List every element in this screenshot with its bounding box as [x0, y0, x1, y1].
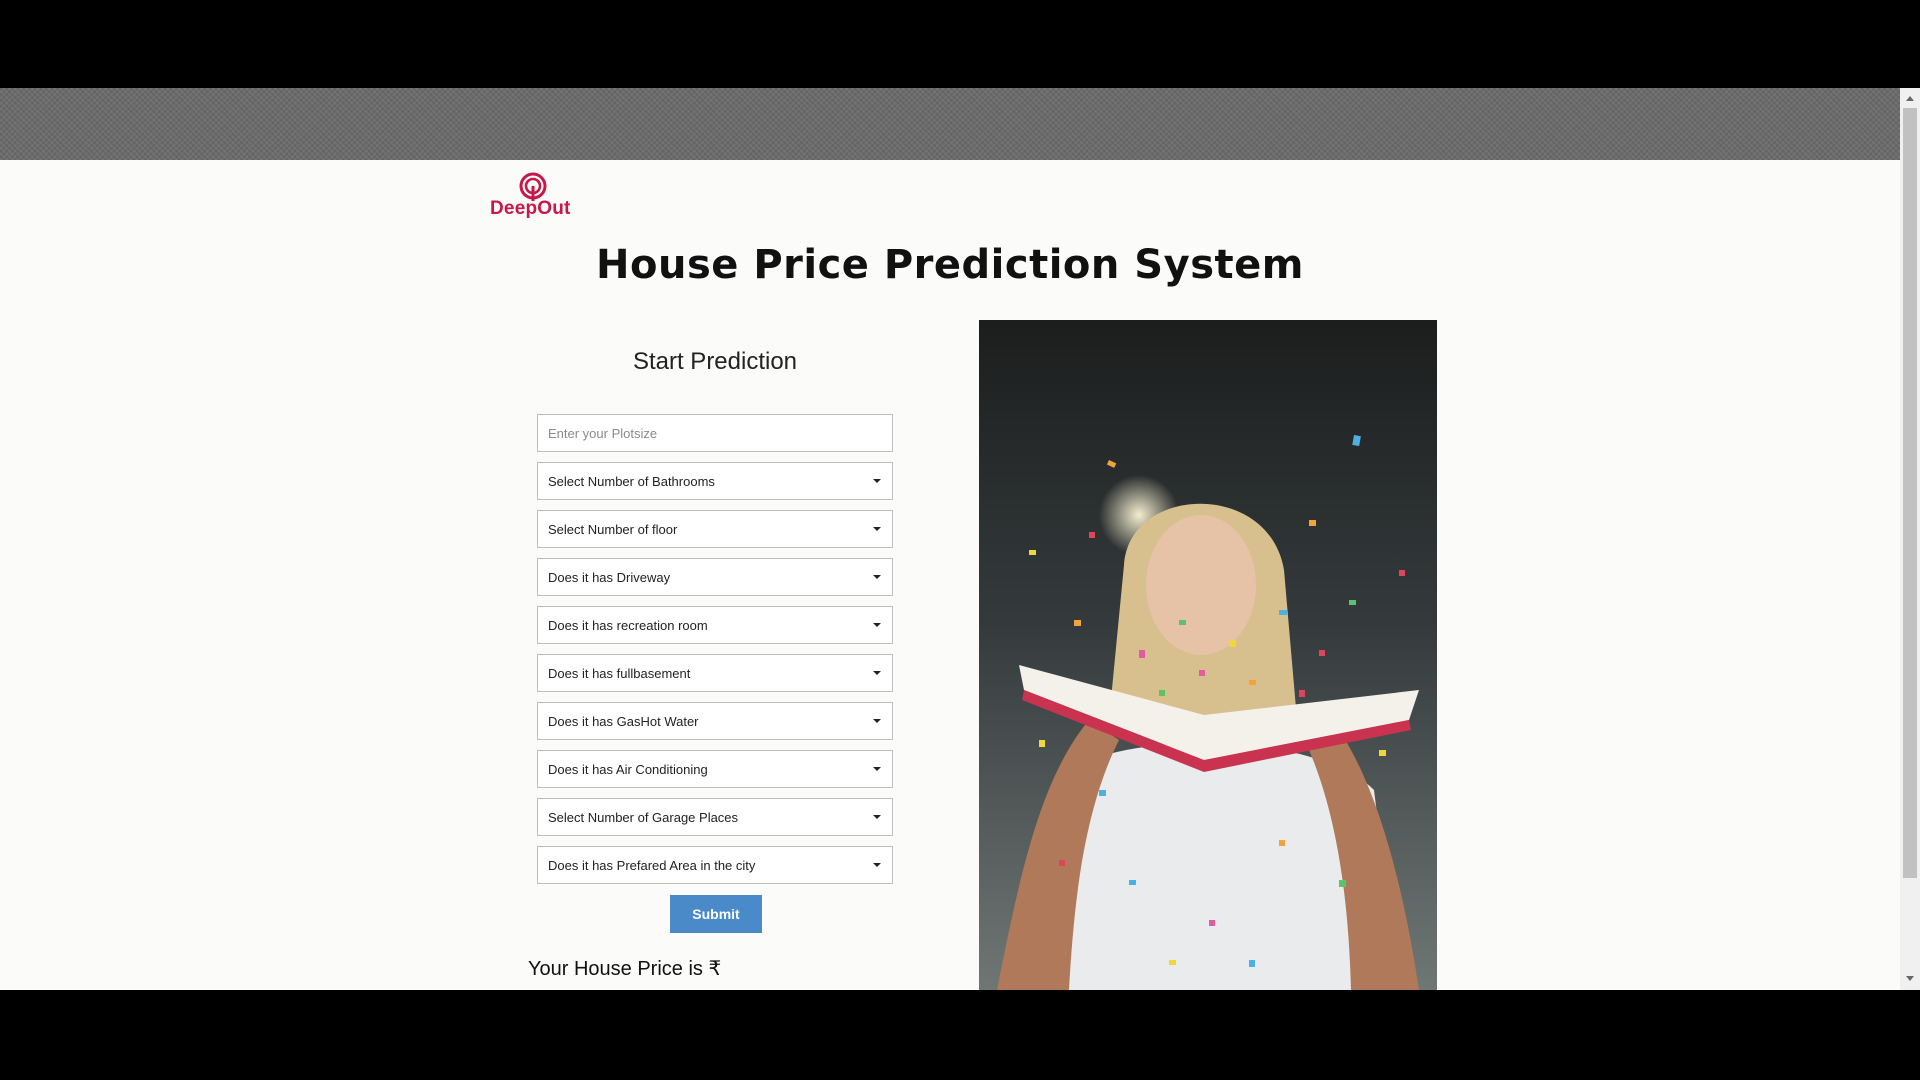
brand-name: DeepOut	[490, 198, 571, 219]
fullbasement-select[interactable]: Does it has fullbasement	[537, 654, 893, 692]
select-label: Does it has fullbasement	[548, 666, 691, 681]
caret-down-icon	[873, 719, 881, 723]
select-label: Does it has Driveway	[548, 570, 671, 585]
vertical-scrollbar[interactable]	[1900, 88, 1920, 990]
garage-places-select[interactable]: Select Number of Garage Places	[537, 798, 893, 836]
caret-down-icon	[873, 767, 881, 771]
caret-down-icon	[873, 815, 881, 819]
preferred-area-select[interactable]: Does it has Prefared Area in the city	[537, 846, 893, 884]
plotsize-field[interactable]	[537, 414, 893, 452]
caret-down-icon	[873, 863, 881, 867]
floor-select[interactable]: Select Number of floor	[537, 510, 893, 548]
scroll-down-icon[interactable]	[1906, 976, 1914, 981]
recreation-room-select[interactable]: Does it has recreation room	[537, 606, 893, 644]
caret-down-icon	[873, 527, 881, 531]
browser-viewport: DeepOut House Price Prediction System St…	[0, 88, 1920, 990]
select-label: Select Number of floor	[548, 522, 678, 537]
form-heading: Start Prediction	[632, 348, 798, 375]
driveway-select[interactable]: Does it has Driveway	[537, 558, 893, 596]
confetti-photo-image	[979, 320, 1437, 990]
page-title: House Price Prediction System	[596, 242, 1304, 288]
page-content: DeepOut House Price Prediction System St…	[0, 160, 1900, 990]
bathrooms-select[interactable]: Select Number of Bathrooms	[537, 462, 893, 500]
letterbox-bottom	[0, 990, 1920, 1080]
plotsize-input[interactable]	[538, 415, 892, 451]
select-label: Does it has GasHot Water	[548, 714, 699, 729]
confetti-photo	[979, 320, 1437, 990]
scroll-up-icon[interactable]	[1906, 96, 1914, 101]
select-label: Does it has Prefared Area in the city	[548, 858, 756, 873]
gas-hot-water-select[interactable]: Does it has GasHot Water	[537, 702, 893, 740]
select-label: Select Number of Bathrooms	[548, 474, 715, 489]
brand-logo[interactable]: DeepOut	[488, 172, 580, 220]
caret-down-icon	[873, 623, 881, 627]
top-banner	[0, 88, 1900, 160]
select-label: Select Number of Garage Places	[548, 810, 739, 825]
submit-button[interactable]: Submit	[670, 895, 762, 933]
select-label: Does it has recreation room	[548, 618, 708, 633]
air-conditioning-select[interactable]: Does it has Air Conditioning	[537, 750, 893, 788]
house-price-result: Your House Price is ₹	[528, 958, 722, 980]
caret-down-icon	[873, 671, 881, 675]
letterbox-top	[0, 0, 1920, 88]
select-label: Does it has Air Conditioning	[548, 762, 708, 777]
scroll-thumb[interactable]	[1903, 108, 1917, 878]
caret-down-icon	[873, 479, 881, 483]
caret-down-icon	[873, 575, 881, 579]
